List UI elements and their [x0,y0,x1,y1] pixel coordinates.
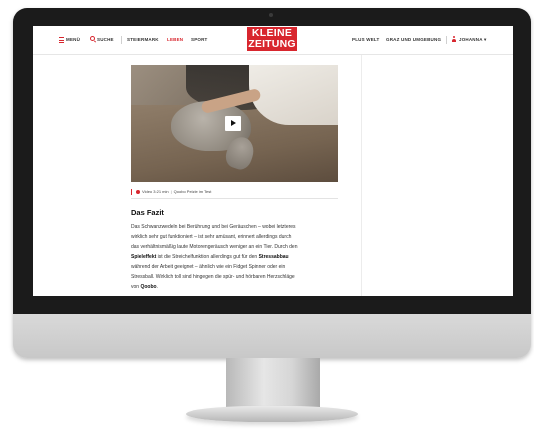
nav-item-graz-und-umgebung[interactable]: Graz und Umgebung [386,37,441,42]
monitor-chin [13,314,531,358]
video-caption: Video 3:21 min | Qoobo Pelzle im Test [131,189,211,195]
article-text: Stressball. Wirklich toll sind hingegen … [131,274,295,280]
monitor-scene: Menü Suche Steiermark Leben Sport KLEINE… [0,0,534,430]
article-text: Das Schwanzwedeln bei Berührung und bei … [131,224,296,230]
nav-divider-right [446,36,447,44]
caption-divider [131,198,338,199]
article-text: ist die Streichelfunktion allerdings gut… [156,254,259,260]
top-navigation: Menü Suche Steiermark Leben Sport KLEINE… [33,26,513,55]
hamburger-icon[interactable] [59,37,64,43]
nav-item-sport[interactable]: Sport [191,37,208,42]
article-emphasis: Qoobo [140,284,157,290]
search-icon[interactable] [90,36,95,41]
article-body: Das Schwanzwedeln bei Berührung und bei … [131,222,338,292]
kleine-zeitung-logo[interactable]: KLEINE ZEITUNG [247,27,297,51]
nav-item-plus-welt[interactable]: Plus Welt [352,37,379,42]
article-text: während der Arbeit geeignet – ähnlich wi… [131,264,286,270]
article-text: wirklich sehr gut funktioniert – ist seh… [131,234,292,240]
play-button[interactable] [225,116,241,131]
article-line: das verhältnismäßig laute Motorengeräusc… [131,242,338,252]
search-button[interactable]: Suche [97,37,114,42]
monitor-stand-base [186,406,358,422]
article-line: Spieleffekt ist die Streichelfunktion al… [131,252,338,262]
webcam-dot [269,13,273,17]
chevron-down-icon[interactable]: ▾ [484,37,486,43]
article-line: von Qoobo. [131,282,338,292]
video-player[interactable] [131,65,338,182]
caption-separator: | [170,189,172,194]
article-line: Stressball. Wirklich toll sind hingegen … [131,272,338,282]
play-icon [231,120,236,126]
video-title: Qoobo Pelzle im Test [173,189,212,194]
user-icon[interactable] [452,36,456,42]
video-dot-icon [136,189,140,194]
article-emphasis: Spieleffekt [131,254,157,260]
logo-line-2: ZEITUNG [248,38,296,50]
nav-divider [121,36,122,44]
nav-item-steiermark[interactable]: Steiermark [127,37,159,42]
article-line: Das Schwanzwedeln bei Berührung und bei … [131,222,338,232]
article-emphasis: Stressabbau [258,254,289,260]
article-heading: Das Fazit [131,208,164,217]
user-account-button[interactable]: Johanna [459,37,483,42]
sidebar-divider [361,55,362,296]
article-text: das verhältnismäßig laute Motorengeräusc… [131,244,298,250]
monitor-stand-neck [226,358,320,410]
article-text: . [156,284,158,290]
article-line: wirklich sehr gut funktioniert – ist seh… [131,232,338,242]
video-duration: Video 3:21 min [142,189,169,194]
menu-button[interactable]: Menü [66,37,80,42]
nav-item-leben[interactable]: Leben [167,37,183,42]
browser-screen: Menü Suche Steiermark Leben Sport KLEINE… [33,26,513,296]
article-line: während der Arbeit geeignet – ähnlich wi… [131,262,338,272]
